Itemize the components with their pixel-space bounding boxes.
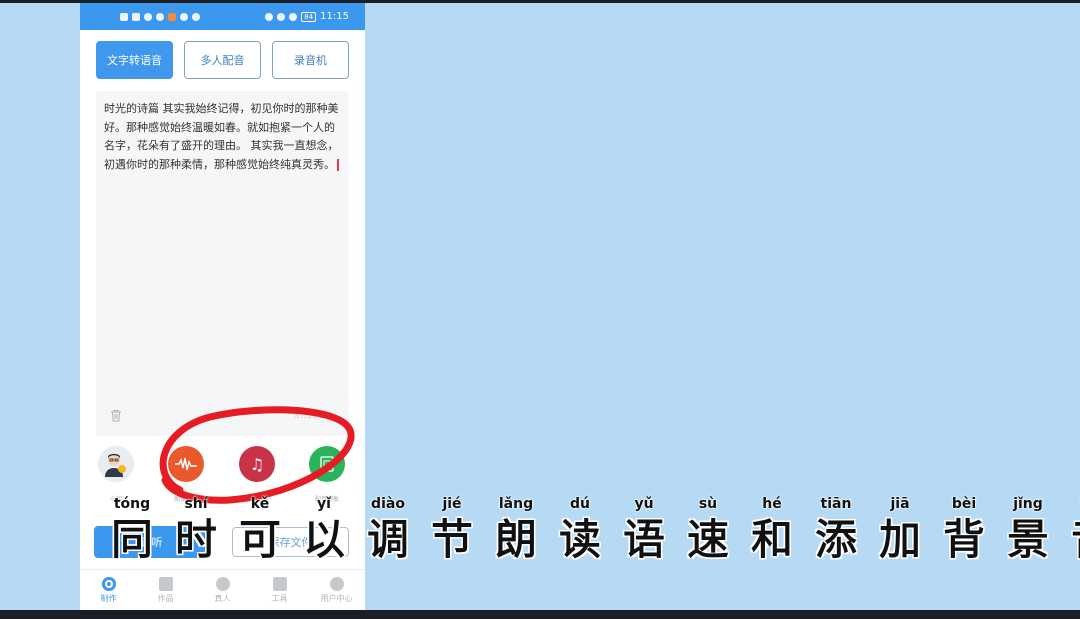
mode-tabs: 文字转语音 多人配音 录音机: [96, 41, 349, 79]
nav-tools[interactable]: 工具: [251, 570, 308, 610]
char-counter: 87/20000: [294, 411, 333, 420]
status-icons-left: [120, 12, 200, 21]
mute-icon: [289, 12, 298, 21]
subtitle-char: jiā 加: [868, 496, 932, 566]
battery-indicator: 84: [301, 11, 317, 22]
hanzi: 调: [366, 515, 409, 564]
editor-content[interactable]: 时光的诗篇 其实我始终记得，初见你时的那种美好。那种感觉始终温暖如春。就如抱紧一…: [104, 102, 339, 171]
hanzi: 和: [750, 515, 793, 564]
hanzi: 速: [686, 515, 729, 564]
hanzi: 以: [302, 515, 345, 564]
music-notes-icon: ♫: [239, 446, 275, 482]
subtitle-char: shí 时: [164, 496, 228, 566]
bottom-nav: 制作 作品 真人 工具 用户中心: [80, 569, 365, 610]
subtitle-char: jié 节: [420, 496, 484, 566]
hanzi: 添: [814, 515, 857, 564]
subtitle-char: lǎng 朗: [484, 496, 548, 566]
background-music-button[interactable]: ♫ 背景音乐: [237, 446, 277, 503]
hanzi: 背: [942, 515, 985, 564]
hanzi: 时: [174, 515, 217, 564]
video-app-icon: [168, 12, 176, 21]
app-notification-icon: [144, 12, 152, 21]
notification-icon: [180, 12, 188, 21]
subtitle-char: diào 调: [356, 496, 420, 566]
eye-icon: [265, 12, 274, 21]
nav-label: 用户中心: [320, 593, 353, 603]
subtitle-char: sù 速: [676, 496, 740, 566]
text-editor[interactable]: 时光的诗篇 其实我始终记得，初见你时的那种美好。那种感觉始终温暖如春。就如抱紧一…: [96, 91, 349, 436]
hanzi: 可: [238, 515, 281, 564]
subtitle-char: tiān 添: [804, 496, 868, 566]
chat-icon: [156, 12, 164, 21]
video-bottom-border: [0, 610, 1080, 619]
nav-label: 制作: [100, 593, 117, 603]
hanzi: 加: [878, 515, 921, 564]
hanzi: 朗: [494, 515, 537, 564]
avatar-icon: [98, 446, 134, 482]
subtitle-char: yǐ 以: [292, 496, 356, 566]
text-caret: [337, 158, 339, 171]
subtitle-char: yǔ 语: [612, 496, 676, 566]
trash-icon[interactable]: [110, 409, 122, 422]
subtitle-char: jǐng 景: [996, 496, 1060, 566]
sound-wave-icon: [168, 446, 204, 482]
nav-make[interactable]: 制作: [80, 570, 137, 610]
alarm-icon: [277, 12, 286, 21]
nav-user-center[interactable]: 用户中心: [308, 570, 365, 610]
subtitle-char: kě 可: [228, 496, 292, 566]
hanzi: 音: [1070, 517, 1080, 562]
hanzi: 语: [622, 515, 665, 564]
tab-text-to-speech[interactable]: 文字转语音: [96, 41, 173, 79]
sim-icon: [120, 12, 128, 21]
hanzi: 景: [1006, 515, 1049, 564]
status-bar: 84 11:15: [80, 3, 365, 30]
nav-human-voice[interactable]: 真人: [194, 570, 251, 610]
voice-template-button[interactable]: 配音模板: [307, 446, 347, 503]
hanzi: 读: [558, 515, 601, 564]
hanzi: 节: [430, 515, 473, 564]
subtitle-caption: tóng 同 shí 时 kě 可 yǐ 以 diào 调 jié 节 lǎng 朗 dú 读 yǔ 语 sù 速 hé…: [100, 496, 1080, 566]
person-icon: [215, 576, 230, 591]
nav-works[interactable]: 作品: [137, 570, 194, 610]
template-icon: [309, 446, 345, 482]
subtitle-char: hé 和: [740, 496, 804, 566]
user-icon: [329, 576, 344, 591]
subtitle-char: tóng 同: [100, 496, 164, 566]
status-icons-right: 84 11:15: [265, 11, 349, 22]
clock: 11:15: [320, 11, 349, 22]
reading-speed-button[interactable]: 朗读速度: [166, 446, 206, 503]
subtitle-char: bèi 背: [932, 496, 996, 566]
signal-icon: [132, 12, 140, 21]
tools-cross-icon: [158, 576, 173, 591]
hanzi: 同: [110, 515, 153, 564]
voice-selector[interactable]: 小宇: [96, 446, 136, 503]
tab-recorder[interactable]: 录音机: [272, 41, 349, 79]
subtitle-char: dú 读: [548, 496, 612, 566]
tab-multi-voice[interactable]: 多人配音: [184, 41, 261, 79]
qq-icon: [192, 12, 200, 21]
nav-label: 作品: [157, 593, 174, 603]
nav-label: 工具: [271, 593, 288, 603]
make-icon: [101, 576, 116, 591]
subtitle-char: yīn音: [1060, 496, 1080, 566]
toolbox-icon: [272, 576, 287, 591]
nav-label: 真人: [214, 593, 231, 603]
